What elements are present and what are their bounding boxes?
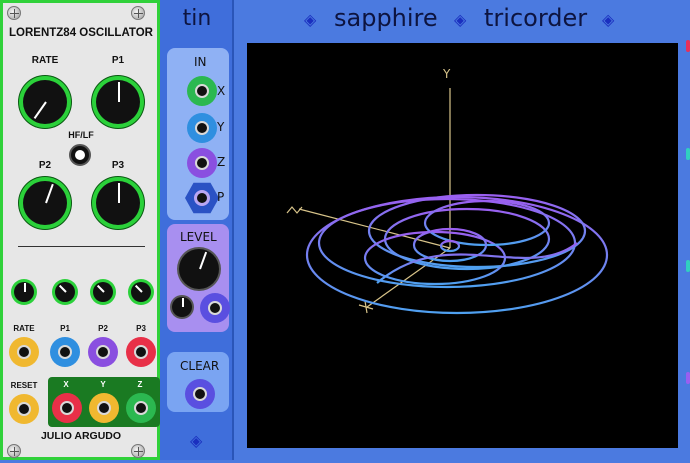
hflf-label: HF/LF [68,130,94,140]
divider-line [18,246,145,247]
neighbor-jack-edge [686,40,690,52]
tricorder-panel: ◈ sapphire ◈ tricorder ◈ Y [236,0,690,463]
p2-attenuverter-knob[interactable] [93,282,113,302]
module-title: LORENTZ84 OSCILLATOR [9,27,153,39]
p2-knob-label: P2 [38,160,52,171]
diamond-icon: ◈ [602,10,615,29]
level-attenuverter-knob[interactable] [172,297,192,317]
p1-attenuverter-knob[interactable] [55,282,75,302]
rate-knob[interactable] [23,80,67,124]
p1-cv-jack[interactable] [50,337,80,367]
x-input-jack[interactable] [187,76,217,106]
rate-knob-label: RATE [31,55,59,66]
outputs-area: X Y Z [48,377,160,427]
screw-icon [7,6,21,20]
p1-knob-label: P1 [111,55,125,66]
screw-icon [131,444,145,458]
diamond-icon: ◈ [304,10,317,29]
author-label: JULIO ARGUDO [40,430,122,442]
title-sapphire: sapphire [334,4,438,32]
p2-knob[interactable] [23,181,67,225]
p3-knob-label: P3 [111,160,125,171]
x-output-jack[interactable] [52,393,82,423]
z-input-jack[interactable] [187,148,217,178]
p1-cv-label: P1 [60,324,70,333]
tin-title: tin [182,6,212,31]
neighbor-jack-edge [686,372,690,384]
clear-label: CLEAR [180,359,220,373]
x-output-label: X [63,380,69,389]
tricorder-display: Y [247,43,678,448]
screw-icon [131,6,145,20]
y-input-label: Y [217,120,225,134]
level-label: LEVEL [180,230,217,244]
rate-attenuverter-knob[interactable] [14,282,34,302]
clear-jack[interactable] [185,379,215,409]
level-cv-jack[interactable] [200,293,230,323]
y-axis-label: Y [443,67,451,81]
x-input-label: X [217,84,226,98]
in-label: IN [194,55,207,69]
z-input-label: Z [217,155,226,169]
diamond-icon: ◈ [190,431,203,450]
attractor-trace [305,193,609,315]
x-axis-marker [286,206,303,214]
rate-cv-label: RATE [13,324,35,333]
p3-cv-jack[interactable] [126,337,156,367]
z-output-label: Z [137,380,143,389]
p2-cv-jack[interactable] [88,337,118,367]
lorentz-oscillator-panel: LORENTZ84 OSCILLATOR RATE P1 HF/LF P2 P3… [0,0,160,460]
reset-label: RESET [10,381,38,390]
rate-cv-jack[interactable] [9,337,39,367]
p3-knob[interactable] [96,181,140,225]
neighbor-jack-edge [686,260,690,272]
y-input-jack[interactable] [187,113,217,143]
p1-knob[interactable] [96,80,140,124]
neighbor-jack-edge [686,148,690,160]
z-output-jack[interactable] [126,393,156,423]
p3-attenuverter-knob[interactable] [131,282,151,302]
hflf-toggle-button[interactable] [69,144,91,166]
attractor-plot [286,88,609,315]
y-output-label: Y [100,380,106,389]
reset-jack[interactable] [9,394,39,424]
p-input-label: P [217,190,225,204]
y-output-jack[interactable] [89,393,119,423]
screw-icon [7,444,21,458]
title-tricorder: tricorder [484,4,588,32]
diamond-icon: ◈ [454,10,467,29]
p3-cv-label: P3 [136,324,146,333]
level-knob[interactable] [179,249,219,289]
p2-cv-label: P2 [98,324,108,333]
tin-panel: tin IN X Y Z P LEVEL CLEAR ◈ [160,0,234,460]
